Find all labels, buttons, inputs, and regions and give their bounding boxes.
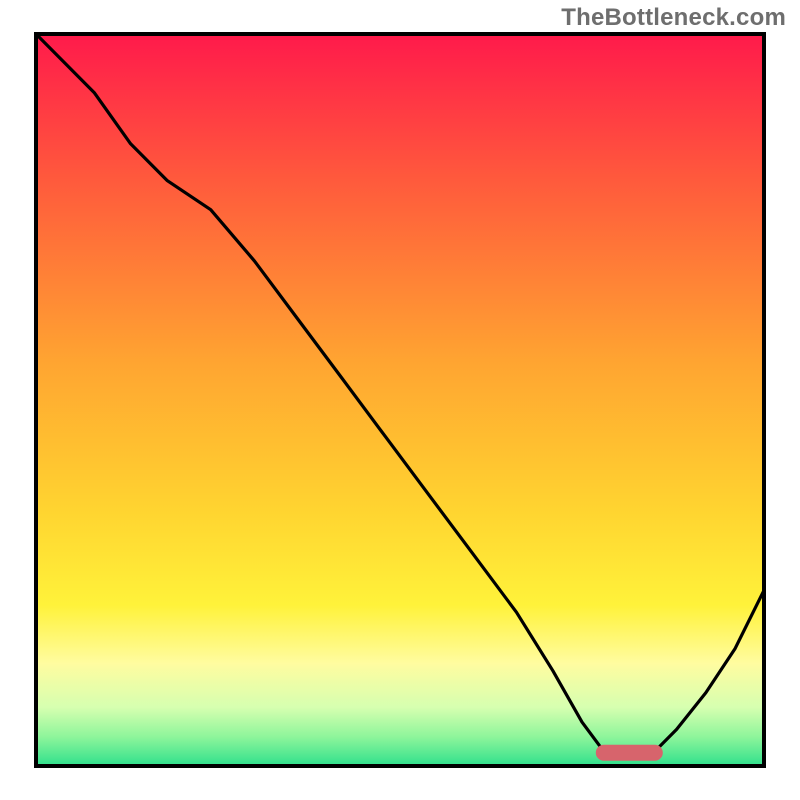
watermark-text: TheBottleneck.com bbox=[561, 4, 786, 32]
plot-background bbox=[36, 34, 764, 766]
bottleneck-chart bbox=[0, 0, 800, 800]
